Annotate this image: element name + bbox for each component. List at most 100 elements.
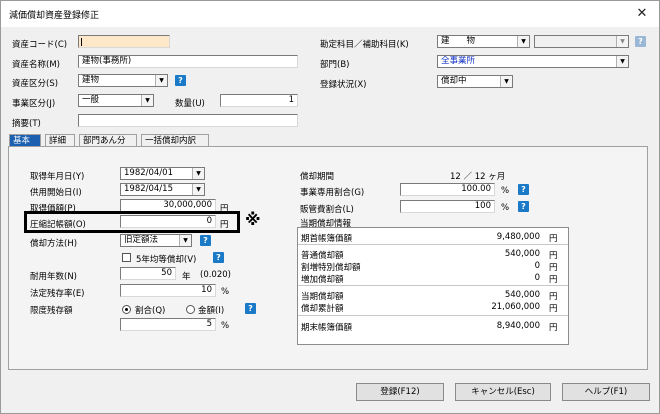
table-row-value: 9,480,000 bbox=[496, 232, 540, 242]
account-label: 勘定科目／補助科目(K) bbox=[320, 40, 409, 50]
period-label: 償却期間 bbox=[300, 172, 335, 182]
limit-value-input[interactable]: 5 bbox=[120, 318, 216, 331]
table-row-label: 当期償却額 bbox=[301, 292, 344, 302]
biz-ratio-input[interactable]: 100.00 bbox=[400, 183, 495, 196]
asset-type-label: 資産区分(S) bbox=[12, 79, 59, 89]
limit-ratio-label: 割合(Q) bbox=[135, 306, 166, 316]
year-unit: 年 bbox=[182, 272, 191, 282]
acq-date-label: 取得年月日(Y) bbox=[30, 172, 85, 182]
sales-ratio-input[interactable]: 100 bbox=[400, 200, 495, 213]
table-row-unit: 円 bbox=[549, 323, 558, 333]
quantity-label: 数量(U) bbox=[175, 99, 205, 109]
table-row-label: 普通償却額 bbox=[301, 251, 344, 261]
compress-input[interactable]: 0 bbox=[120, 215, 216, 228]
use-date-picker[interactable]: 1982/04/15 ▼ bbox=[120, 183, 205, 196]
chevron-down-icon: ▼ bbox=[517, 36, 529, 47]
window-title: 減価償却資産登録修正 bbox=[9, 11, 100, 21]
help-icon[interactable]: ? bbox=[175, 75, 186, 86]
divider bbox=[298, 244, 568, 245]
compress-label: 圧縮記帳額(O) bbox=[30, 220, 86, 230]
percent-unit: % bbox=[221, 321, 230, 331]
method-select[interactable]: 旧定額法 ▼ bbox=[120, 234, 192, 247]
biz-ratio-label: 事業専用割合(G) bbox=[300, 188, 365, 198]
close-icon[interactable]: ✕ bbox=[631, 5, 653, 23]
equal5-label: 5年均等償却(V) bbox=[136, 255, 197, 265]
life-input[interactable]: 50 bbox=[120, 267, 176, 280]
text-cursor bbox=[81, 38, 82, 46]
status-select[interactable]: 償却中 ▼ bbox=[437, 75, 513, 88]
residual-label: 法定残存率(E) bbox=[30, 289, 85, 299]
limit-ratio-radio[interactable] bbox=[122, 305, 131, 314]
business-type-value: 一般 bbox=[82, 95, 100, 105]
equal5-checkbox[interactable] bbox=[122, 253, 131, 262]
title-bar: 減価償却資産登録修正 ✕ bbox=[1, 1, 659, 27]
help-icon[interactable]: ? bbox=[518, 201, 529, 212]
help-icon[interactable]: ? bbox=[635, 36, 646, 47]
chevron-down-icon: ▼ bbox=[155, 75, 167, 86]
account-select[interactable]: 建 物 ▼ bbox=[437, 35, 530, 48]
divider bbox=[298, 315, 568, 316]
limit-amount-radio[interactable] bbox=[186, 305, 195, 314]
dept-select[interactable]: 全事業所 ▼ bbox=[437, 55, 629, 68]
status-label: 登録状況(X) bbox=[320, 80, 367, 90]
life-label: 耐用年数(N) bbox=[30, 272, 77, 282]
status-value: 償却中 bbox=[441, 76, 467, 86]
method-value: 旧定額法 bbox=[124, 235, 159, 245]
acq-date-value: 1982/04/01 bbox=[124, 168, 173, 178]
help-icon[interactable]: ? bbox=[518, 184, 529, 195]
percent-unit: % bbox=[501, 203, 510, 213]
table-row-value: 0 bbox=[534, 261, 540, 271]
dept-value: 全事業所 bbox=[441, 56, 476, 66]
table-row-value: 0 bbox=[534, 273, 540, 283]
acq-date-picker[interactable]: 1982/04/01 ▼ bbox=[120, 167, 205, 180]
use-date-label: 供用開始日(I) bbox=[30, 188, 82, 198]
help-icon[interactable]: ? bbox=[200, 235, 211, 246]
table-row-value: 21,060,000 bbox=[491, 302, 540, 312]
asset-type-value: 建物 bbox=[82, 75, 100, 85]
table-row-value: 8,940,000 bbox=[496, 321, 540, 331]
chevron-down-icon: ▼ bbox=[616, 36, 628, 47]
help-button[interactable]: ヘルプ(F1) bbox=[562, 383, 650, 401]
table-row-value: 540,000 bbox=[504, 290, 540, 300]
asset-code-label: 資産コード(C) bbox=[12, 40, 68, 50]
business-type-label: 事業区分(J) bbox=[12, 99, 56, 109]
sub-account-select[interactable]: ▼ bbox=[534, 35, 629, 48]
percent-unit: % bbox=[501, 186, 510, 196]
cancel-button[interactable]: キャンセル(Esc) bbox=[455, 383, 551, 401]
chevron-down-icon: ▼ bbox=[179, 235, 191, 246]
dept-label: 部門(B) bbox=[320, 60, 350, 70]
table-row-value: 540,000 bbox=[504, 249, 540, 259]
business-type-select[interactable]: 一般 ▼ bbox=[78, 94, 154, 107]
asset-name-input[interactable]: 建物(事務所) bbox=[78, 55, 298, 68]
register-button[interactable]: 登録(F12) bbox=[356, 383, 444, 401]
table-row-label: 期首帳簿価額 bbox=[301, 234, 353, 244]
table-row-unit: 円 bbox=[549, 251, 558, 261]
yen-unit: 円 bbox=[220, 220, 229, 230]
summary-input[interactable] bbox=[78, 114, 298, 127]
residual-input[interactable]: 10 bbox=[120, 284, 216, 297]
table-row-label: 期末帳簿価額 bbox=[301, 323, 353, 333]
note-mark: ※ bbox=[245, 210, 261, 229]
chevron-down-icon: ▼ bbox=[616, 56, 628, 67]
account-value: 建 物 bbox=[441, 36, 476, 46]
period-value: 12 ／ 12 ヶ月 bbox=[450, 172, 506, 182]
asset-type-select[interactable]: 建物 ▼ bbox=[78, 74, 168, 87]
use-date-value: 1982/04/15 bbox=[124, 184, 173, 194]
table-row-label: 償却累計額 bbox=[301, 304, 344, 314]
quantity-input[interactable]: 1 bbox=[220, 94, 298, 107]
limit-label: 限度残存額 bbox=[30, 306, 73, 316]
table-row-label: 増加償却額 bbox=[301, 275, 344, 285]
table-row-unit: 円 bbox=[549, 275, 558, 285]
limit-amount-label: 金額(I) bbox=[198, 306, 225, 316]
percent-unit: % bbox=[221, 287, 230, 297]
asset-name-label: 資産名称(M) bbox=[12, 60, 60, 70]
help-icon[interactable]: ? bbox=[213, 252, 224, 263]
table-row-unit: 円 bbox=[549, 292, 558, 302]
table-row-unit: 円 bbox=[549, 304, 558, 314]
help-icon[interactable]: ? bbox=[245, 303, 256, 314]
sales-ratio-label: 販管費割合(L) bbox=[300, 205, 354, 215]
asset-code-input[interactable] bbox=[78, 35, 170, 48]
life-rate: (0.020) bbox=[200, 270, 231, 280]
summary-label: 摘要(T) bbox=[12, 119, 41, 129]
divider bbox=[298, 285, 568, 286]
